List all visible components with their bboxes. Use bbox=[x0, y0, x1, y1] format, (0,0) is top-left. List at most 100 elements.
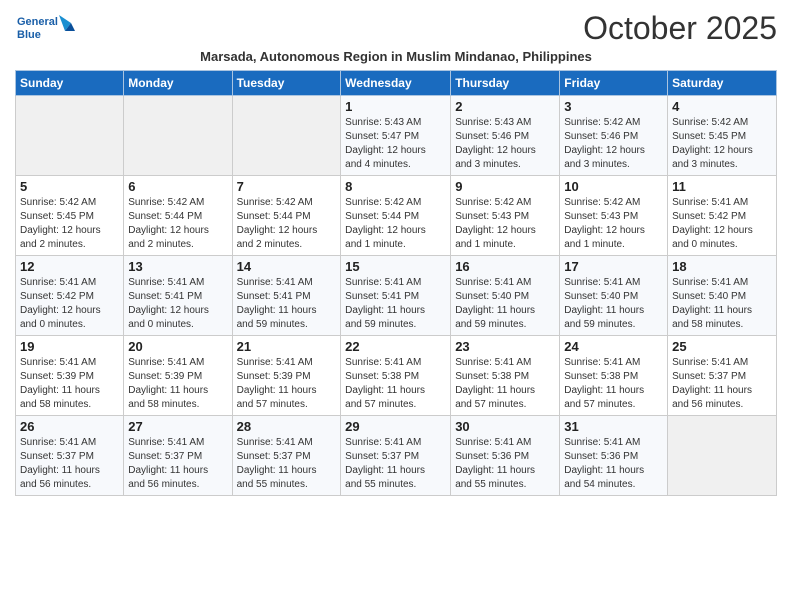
day-number: 4 bbox=[672, 99, 772, 114]
calendar-cell: 27 Sunrise: 5:41 AM Sunset: 5:37 PM Dayli… bbox=[124, 416, 232, 496]
day-info: Sunrise: 5:41 AM Sunset: 5:37 PM Dayligh… bbox=[128, 436, 227, 492]
day-info: Sunrise: 5:41 AM Sunset: 5:41 PM Dayligh… bbox=[237, 276, 337, 332]
day-number: 10 bbox=[564, 179, 663, 194]
calendar-cell: 11 Sunrise: 5:41 AM Sunset: 5:42 PM Dayli… bbox=[668, 176, 777, 256]
day-number: 23 bbox=[455, 339, 555, 354]
calendar-cell bbox=[16, 96, 124, 176]
calendar-cell bbox=[124, 96, 232, 176]
day-info: Sunrise: 5:42 AM Sunset: 5:45 PM Dayligh… bbox=[20, 196, 119, 252]
calendar-cell: 21 Sunrise: 5:41 AM Sunset: 5:39 PM Dayli… bbox=[232, 336, 341, 416]
day-number: 1 bbox=[345, 99, 446, 114]
calendar-header-thursday: Thursday bbox=[451, 71, 560, 96]
day-number: 27 bbox=[128, 419, 227, 434]
day-number: 26 bbox=[20, 419, 119, 434]
calendar-cell: 18 Sunrise: 5:41 AM Sunset: 5:40 PM Dayli… bbox=[668, 256, 777, 336]
day-info: Sunrise: 5:42 AM Sunset: 5:44 PM Dayligh… bbox=[128, 196, 227, 252]
calendar-cell: 16 Sunrise: 5:41 AM Sunset: 5:40 PM Dayli… bbox=[451, 256, 560, 336]
calendar-cell: 8 Sunrise: 5:42 AM Sunset: 5:44 PM Daylig… bbox=[341, 176, 451, 256]
day-number: 29 bbox=[345, 419, 446, 434]
day-info: Sunrise: 5:41 AM Sunset: 5:37 PM Dayligh… bbox=[672, 356, 772, 412]
day-info: Sunrise: 5:42 AM Sunset: 5:44 PM Dayligh… bbox=[237, 196, 337, 252]
calendar-header-tuesday: Tuesday bbox=[232, 71, 341, 96]
calendar-header-friday: Friday bbox=[560, 71, 668, 96]
calendar-table: SundayMondayTuesdayWednesdayThursdayFrid… bbox=[15, 70, 777, 496]
svg-text:General: General bbox=[17, 16, 58, 28]
day-info: Sunrise: 5:41 AM Sunset: 5:39 PM Dayligh… bbox=[20, 356, 119, 412]
day-number: 13 bbox=[128, 259, 227, 274]
calendar-cell: 30 Sunrise: 5:41 AM Sunset: 5:36 PM Dayli… bbox=[451, 416, 560, 496]
calendar-cell bbox=[668, 416, 777, 496]
day-number: 25 bbox=[672, 339, 772, 354]
calendar-cell: 6Sunrise: 5:42 AM Sunset: 5:44 PM Daylig… bbox=[124, 176, 232, 256]
calendar-cell: 2 Sunrise: 5:43 AM Sunset: 5:46 PM Daylig… bbox=[451, 96, 560, 176]
day-info: Sunrise: 5:41 AM Sunset: 5:42 PM Dayligh… bbox=[672, 196, 772, 252]
day-info: Sunrise: 5:42 AM Sunset: 5:45 PM Dayligh… bbox=[672, 116, 772, 172]
calendar-cell bbox=[232, 96, 341, 176]
day-number: 30 bbox=[455, 419, 555, 434]
logo: General Blue bbox=[15, 11, 75, 47]
calendar-cell: 29Sunrise: 5:41 AM Sunset: 5:37 PM Dayli… bbox=[341, 416, 451, 496]
day-info: Sunrise: 5:41 AM Sunset: 5:40 PM Dayligh… bbox=[672, 276, 772, 332]
day-info: Sunrise: 5:41 AM Sunset: 5:40 PM Dayligh… bbox=[455, 276, 555, 332]
day-info: Sunrise: 5:41 AM Sunset: 5:41 PM Dayligh… bbox=[128, 276, 227, 332]
calendar-header-sunday: Sunday bbox=[16, 71, 124, 96]
calendar-week-row: 19 Sunrise: 5:41 AM Sunset: 5:39 PM Dayli… bbox=[16, 336, 777, 416]
day-number: 8 bbox=[345, 179, 446, 194]
day-number: 16 bbox=[455, 259, 555, 274]
day-number: 19 bbox=[20, 339, 119, 354]
calendar-cell: 28Sunrise: 5:41 AM Sunset: 5:37 PM Dayli… bbox=[232, 416, 341, 496]
day-number: 17 bbox=[564, 259, 663, 274]
day-number: 21 bbox=[237, 339, 337, 354]
day-number: 3 bbox=[564, 99, 663, 114]
day-number: 18 bbox=[672, 259, 772, 274]
day-info: Sunrise: 5:41 AM Sunset: 5:40 PM Dayligh… bbox=[564, 276, 663, 332]
day-info: Sunrise: 5:41 AM Sunset: 5:37 PM Dayligh… bbox=[20, 436, 119, 492]
calendar-week-row: 1 Sunrise: 5:43 AM Sunset: 5:47 PM Daylig… bbox=[16, 96, 777, 176]
day-info: Sunrise: 5:41 AM Sunset: 5:38 PM Dayligh… bbox=[345, 356, 446, 412]
calendar-week-row: 5Sunrise: 5:42 AM Sunset: 5:45 PM Daylig… bbox=[16, 176, 777, 256]
page-header: General Blue October 2025 bbox=[15, 10, 777, 47]
calendar-cell: 5Sunrise: 5:42 AM Sunset: 5:45 PM Daylig… bbox=[16, 176, 124, 256]
day-info: Sunrise: 5:42 AM Sunset: 5:44 PM Dayligh… bbox=[345, 196, 446, 252]
calendar-cell: 17 Sunrise: 5:41 AM Sunset: 5:40 PM Dayli… bbox=[560, 256, 668, 336]
day-number: 24 bbox=[564, 339, 663, 354]
day-number: 11 bbox=[672, 179, 772, 194]
day-number: 15 bbox=[345, 259, 446, 274]
day-info: Sunrise: 5:41 AM Sunset: 5:39 PM Dayligh… bbox=[128, 356, 227, 412]
calendar-cell: 26 Sunrise: 5:41 AM Sunset: 5:37 PM Dayli… bbox=[16, 416, 124, 496]
day-number: 2 bbox=[455, 99, 555, 114]
day-info: Sunrise: 5:41 AM Sunset: 5:41 PM Dayligh… bbox=[345, 276, 446, 332]
calendar-cell: 3 Sunrise: 5:42 AM Sunset: 5:46 PM Daylig… bbox=[560, 96, 668, 176]
calendar-week-row: 26 Sunrise: 5:41 AM Sunset: 5:37 PM Dayli… bbox=[16, 416, 777, 496]
day-info: Sunrise: 5:43 AM Sunset: 5:47 PM Dayligh… bbox=[345, 116, 446, 172]
calendar-cell: 23 Sunrise: 5:41 AM Sunset: 5:38 PM Dayli… bbox=[451, 336, 560, 416]
month-title: October 2025 bbox=[583, 10, 777, 47]
svg-text:Blue: Blue bbox=[17, 29, 41, 41]
day-info: Sunrise: 5:42 AM Sunset: 5:43 PM Dayligh… bbox=[455, 196, 555, 252]
day-info: Sunrise: 5:41 AM Sunset: 5:39 PM Dayligh… bbox=[237, 356, 337, 412]
logo-svg: General Blue bbox=[15, 11, 75, 47]
calendar-cell: 1 Sunrise: 5:43 AM Sunset: 5:47 PM Daylig… bbox=[341, 96, 451, 176]
calendar-cell: 31Sunrise: 5:41 AM Sunset: 5:36 PM Dayli… bbox=[560, 416, 668, 496]
calendar-cell: 20 Sunrise: 5:41 AM Sunset: 5:39 PM Dayli… bbox=[124, 336, 232, 416]
day-number: 9 bbox=[455, 179, 555, 194]
day-info: Sunrise: 5:43 AM Sunset: 5:46 PM Dayligh… bbox=[455, 116, 555, 172]
day-info: Sunrise: 5:41 AM Sunset: 5:38 PM Dayligh… bbox=[455, 356, 555, 412]
calendar-cell: 10 Sunrise: 5:42 AM Sunset: 5:43 PM Dayli… bbox=[560, 176, 668, 256]
calendar-header-wednesday: Wednesday bbox=[341, 71, 451, 96]
calendar-cell: 7 Sunrise: 5:42 AM Sunset: 5:44 PM Daylig… bbox=[232, 176, 341, 256]
day-number: 14 bbox=[237, 259, 337, 274]
day-info: Sunrise: 5:42 AM Sunset: 5:46 PM Dayligh… bbox=[564, 116, 663, 172]
calendar-cell: 25 Sunrise: 5:41 AM Sunset: 5:37 PM Dayli… bbox=[668, 336, 777, 416]
calendar-week-row: 12Sunrise: 5:41 AM Sunset: 5:42 PM Dayli… bbox=[16, 256, 777, 336]
day-info: Sunrise: 5:42 AM Sunset: 5:43 PM Dayligh… bbox=[564, 196, 663, 252]
calendar-cell: 13 Sunrise: 5:41 AM Sunset: 5:41 PM Dayli… bbox=[124, 256, 232, 336]
calendar-cell: 22 Sunrise: 5:41 AM Sunset: 5:38 PM Dayli… bbox=[341, 336, 451, 416]
day-info: Sunrise: 5:41 AM Sunset: 5:36 PM Dayligh… bbox=[455, 436, 555, 492]
day-info: Sunrise: 5:41 AM Sunset: 5:37 PM Dayligh… bbox=[237, 436, 337, 492]
day-number: 31 bbox=[564, 419, 663, 434]
day-number: 20 bbox=[128, 339, 227, 354]
day-number: 7 bbox=[237, 179, 337, 194]
day-info: Sunrise: 5:41 AM Sunset: 5:42 PM Dayligh… bbox=[20, 276, 119, 332]
day-number: 22 bbox=[345, 339, 446, 354]
